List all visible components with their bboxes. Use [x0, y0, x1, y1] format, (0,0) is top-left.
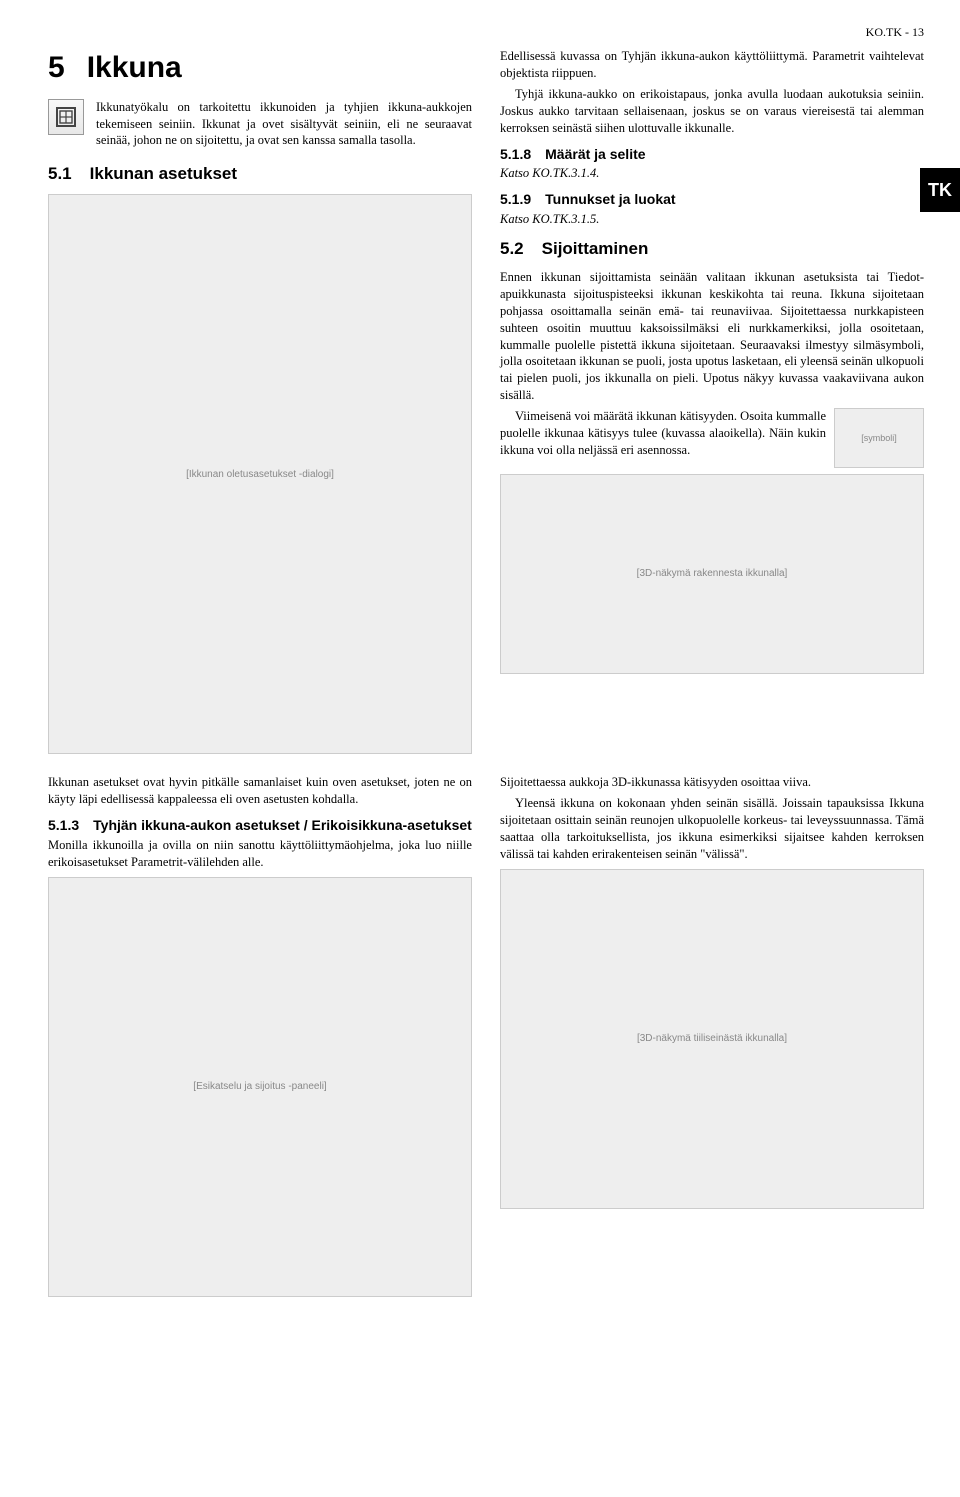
subsection-5-1-9-heading: 5.1.9 Tunnukset ja luokat: [500, 190, 924, 209]
paragraph: Katso KO.TK.3.1.5.: [500, 211, 924, 228]
figure-3d-brick-wall: [3D-näkymä tiiliseinästä ikkunalla]: [500, 869, 924, 1209]
page-header: KO.TK - 13: [48, 24, 924, 40]
side-tab: TK: [920, 168, 960, 212]
right-column: Edellisessä kuvassa on Tyhjän ikkuna-auk…: [500, 48, 924, 760]
paragraph: Yleensä ikkuna on kokonaan yhden seinän …: [500, 795, 924, 863]
paragraph: Tyhjä ikkuna-aukko on erikoistapaus, jon…: [500, 86, 924, 137]
subsection-title: Määrät ja selite: [545, 145, 645, 164]
section-5-1-heading: 5.1 Ikkunan asetukset: [48, 163, 472, 186]
section-title: Ikkunan asetukset: [90, 163, 237, 186]
left-column: 5 Ikkuna Ikkunatyökalu on tarkoitettu ik…: [48, 48, 472, 760]
subsection-number: 5.1.3: [48, 816, 79, 835]
paragraph: Edellisessä kuvassa on Tyhjän ikkuna-auk…: [500, 48, 924, 82]
page-number: KO.TK - 13: [866, 25, 924, 39]
chapter-title: Ikkuna: [87, 48, 182, 89]
subsection-5-1-3-heading: 5.1.3 Tyhjän ikkuna-aukon asetukset / Er…: [48, 816, 472, 835]
section-title: Sijoittaminen: [542, 238, 649, 261]
bottom-left-column: Ikkunan asetukset ovat hyvin pitkälle sa…: [48, 774, 472, 1302]
subsection-5-1-8-heading: 5.1.8 Määrät ja selite: [500, 145, 924, 164]
chapter-heading: 5 Ikkuna: [48, 48, 472, 89]
figure-preview-panel: [Esikatselu ja sijoitus -paneeli]: [48, 877, 472, 1297]
bottom-right-column: Sijoitettaessa aukkoja 3D-ikkunassa käti…: [500, 774, 924, 1302]
section-5-2-heading: 5.2 Sijoittaminen: [500, 238, 924, 261]
paragraph: Monilla ikkunoilla ja ovilla on niin san…: [48, 837, 472, 871]
chapter-number: 5: [48, 48, 65, 89]
intro-paragraph: Ikkunatyökalu on tarkoitettu ikkunoiden …: [96, 99, 472, 150]
subsection-title: Tyhjän ikkuna-aukon asetukset / Erikoisi…: [93, 816, 472, 835]
figure-settings-dialog: [Ikkunan oletusasetukset -dialogi]: [48, 194, 472, 754]
paragraph: Katso KO.TK.3.1.4.: [500, 165, 924, 182]
figure-handedness-symbol: [symboli]: [834, 408, 924, 468]
paragraph: Sijoitettaessa aukkoja 3D-ikkunassa käti…: [500, 774, 924, 791]
subsection-title: Tunnukset ja luokat: [545, 190, 675, 209]
figure-3d-building: [3D-näkymä rakennesta ikkunalla]: [500, 474, 924, 674]
subsection-number: 5.1.9: [500, 190, 531, 209]
paragraph: Ikkunan asetukset ovat hyvin pitkälle sa…: [48, 774, 472, 808]
paragraph: Ennen ikkunan sijoittamista seinään vali…: [500, 269, 924, 404]
section-number: 5.2: [500, 238, 524, 261]
subsection-number: 5.1.8: [500, 145, 531, 164]
window-tool-icon: [48, 99, 84, 135]
section-number: 5.1: [48, 163, 72, 186]
